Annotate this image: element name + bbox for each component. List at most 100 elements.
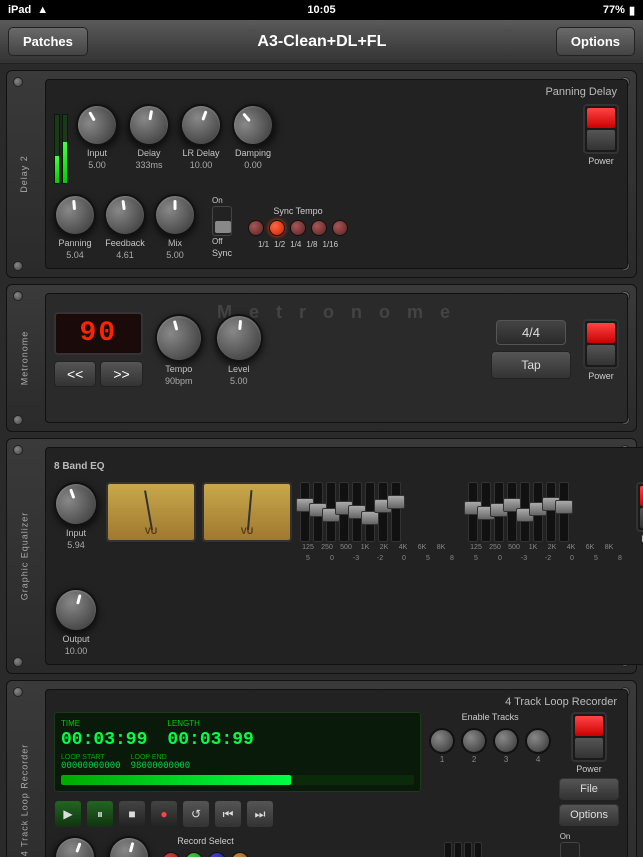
- sync-onoff-switch[interactable]: On Off: [212, 196, 232, 246]
- tap-button[interactable]: Tap: [491, 351, 571, 379]
- vu-bar-2: [62, 114, 68, 184]
- rec-select-4[interactable]: [231, 852, 249, 857]
- rfreq-500: 500: [506, 544, 522, 551]
- metro-power-switch[interactable]: Power: [583, 319, 619, 381]
- freq-8k: 8K: [433, 544, 449, 551]
- vu-left-needle: [144, 490, 153, 530]
- rec-select-2[interactable]: [185, 852, 203, 857]
- eq-fader-7: [378, 482, 388, 542]
- patches-button[interactable]: Patches: [8, 27, 88, 56]
- screw-tl: [13, 687, 23, 697]
- sync-val-3: 1/4: [290, 240, 301, 249]
- time-sig-select[interactable]: 4/4: [496, 320, 566, 345]
- eq-input-knob[interactable]: [48, 476, 104, 532]
- play-button[interactable]: ▶: [54, 800, 82, 828]
- eq-faders-right: [468, 482, 628, 542]
- input-knob[interactable]: [68, 96, 125, 153]
- sync-dot-1-1[interactable]: [248, 220, 264, 236]
- delay2-power-body: [583, 104, 619, 154]
- delay2-power-off: [587, 130, 615, 150]
- options-button[interactable]: Options: [556, 27, 635, 56]
- sync-dot-1-2[interactable]: [269, 220, 285, 236]
- freq-1k: 1K: [357, 544, 373, 551]
- rec-level-knob[interactable]: [48, 830, 102, 857]
- loop-side-label: 4 Track Loop Recorder: [19, 744, 29, 857]
- mix-knob[interactable]: [154, 194, 196, 236]
- vu-bars: [54, 104, 68, 184]
- fader-track-r8: [559, 482, 569, 542]
- rewind-back-button[interactable]: ⏮: [214, 800, 242, 828]
- record-select-label: Record Select: [177, 836, 234, 846]
- delay2-power-on: [587, 108, 615, 128]
- transport-controls: ▶ ⏸ ■ ● ↺ ⏮ ⏭: [54, 800, 421, 828]
- rec-select-1[interactable]: [162, 852, 180, 857]
- tempo-label: Tempo: [165, 364, 192, 374]
- screw-tl: [13, 291, 23, 301]
- fader-thumb-6[interactable]: [361, 511, 379, 525]
- metro-display: 90: [54, 312, 143, 355]
- db-n2l: -2: [372, 555, 388, 562]
- loop-output-container: Output 10.00: [108, 836, 150, 857]
- level-knob[interactable]: [213, 311, 265, 363]
- metro-side-label: Metronome: [19, 331, 29, 386]
- delay-knob[interactable]: [125, 101, 174, 150]
- rdb-8: 8: [612, 555, 628, 562]
- track-num-4: 4: [536, 755, 540, 764]
- sync-dot-1-16[interactable]: [332, 220, 348, 236]
- panning-knob[interactable]: [52, 192, 98, 238]
- loop-options-button[interactable]: Options: [559, 804, 619, 826]
- rfreq-1k: 1K: [525, 544, 541, 551]
- enable-track-3[interactable]: [493, 728, 519, 754]
- pause-button[interactable]: ⏸: [86, 800, 114, 828]
- eq-vu-left: VU: [106, 482, 196, 542]
- file-button[interactable]: File: [559, 778, 619, 800]
- sync-val-4: 1/8: [306, 240, 317, 249]
- lrdelay-knob[interactable]: [174, 98, 228, 152]
- record-button[interactable]: ●: [150, 800, 178, 828]
- tempo-knob[interactable]: [149, 308, 208, 367]
- damping-knob[interactable]: [223, 95, 282, 154]
- damping-value: 0.00: [244, 160, 262, 170]
- delay2-power-switch[interactable]: Power: [583, 104, 619, 166]
- screw-bl: [13, 657, 23, 667]
- sync-dot-1-4[interactable]: [290, 220, 306, 236]
- loop-power-switch[interactable]: Power: [559, 712, 619, 774]
- stop-button[interactable]: ■: [118, 800, 146, 828]
- rec-select-3[interactable]: [208, 852, 226, 857]
- metro-prev-btn[interactable]: <<: [54, 361, 96, 387]
- eq-vu-right: VU: [202, 482, 292, 542]
- delay-value: 333ms: [135, 160, 162, 170]
- fast-forward-button[interactable]: ⏭: [246, 800, 274, 828]
- eq-power-switch[interactable]: Power: [636, 482, 643, 544]
- enable-tracks-label: Enable Tracks: [429, 712, 551, 722]
- feedback-knob[interactable]: [101, 191, 148, 238]
- loop-sync-switch[interactable]: On Off: [560, 832, 580, 857]
- eq-output-label: Output: [62, 634, 89, 644]
- fader-thumb-r8[interactable]: [555, 500, 573, 514]
- freq-6k: 6K: [414, 544, 430, 551]
- sync-dot-1-8[interactable]: [311, 220, 327, 236]
- length-label: LENGTH: [167, 719, 253, 728]
- enable-track-1[interactable]: [429, 728, 455, 754]
- ch-fader-1: [444, 842, 452, 857]
- rfreq-4k: 4K: [563, 544, 579, 551]
- feedback-value: 4.61: [116, 250, 134, 260]
- loop-end-label: LOOP END: [131, 754, 191, 761]
- enable-track-2[interactable]: [461, 728, 487, 754]
- level-label: Level: [228, 364, 250, 374]
- time-value: 00:03:99: [61, 730, 147, 750]
- rdb-5b: 5: [588, 555, 604, 562]
- sync-nub: [215, 221, 231, 233]
- freq-500: 500: [338, 544, 354, 551]
- enable-track-4[interactable]: [525, 728, 551, 754]
- eq-output-knob[interactable]: [49, 583, 103, 637]
- fader-thumb-8[interactable]: [387, 495, 405, 509]
- metro-next-btn[interactable]: >>: [100, 361, 142, 387]
- loop-output-knob[interactable]: [103, 831, 154, 857]
- mix-knob-container: Mix 5.00: [154, 194, 196, 260]
- freq-2k: 2K: [376, 544, 392, 551]
- level-value: 5.00: [230, 376, 248, 386]
- main-content: Delay 2 Panning Delay: [0, 64, 643, 857]
- lrdelay-knob-container: LR Delay 10.00: [180, 104, 222, 170]
- rewind-button[interactable]: ↺: [182, 800, 210, 828]
